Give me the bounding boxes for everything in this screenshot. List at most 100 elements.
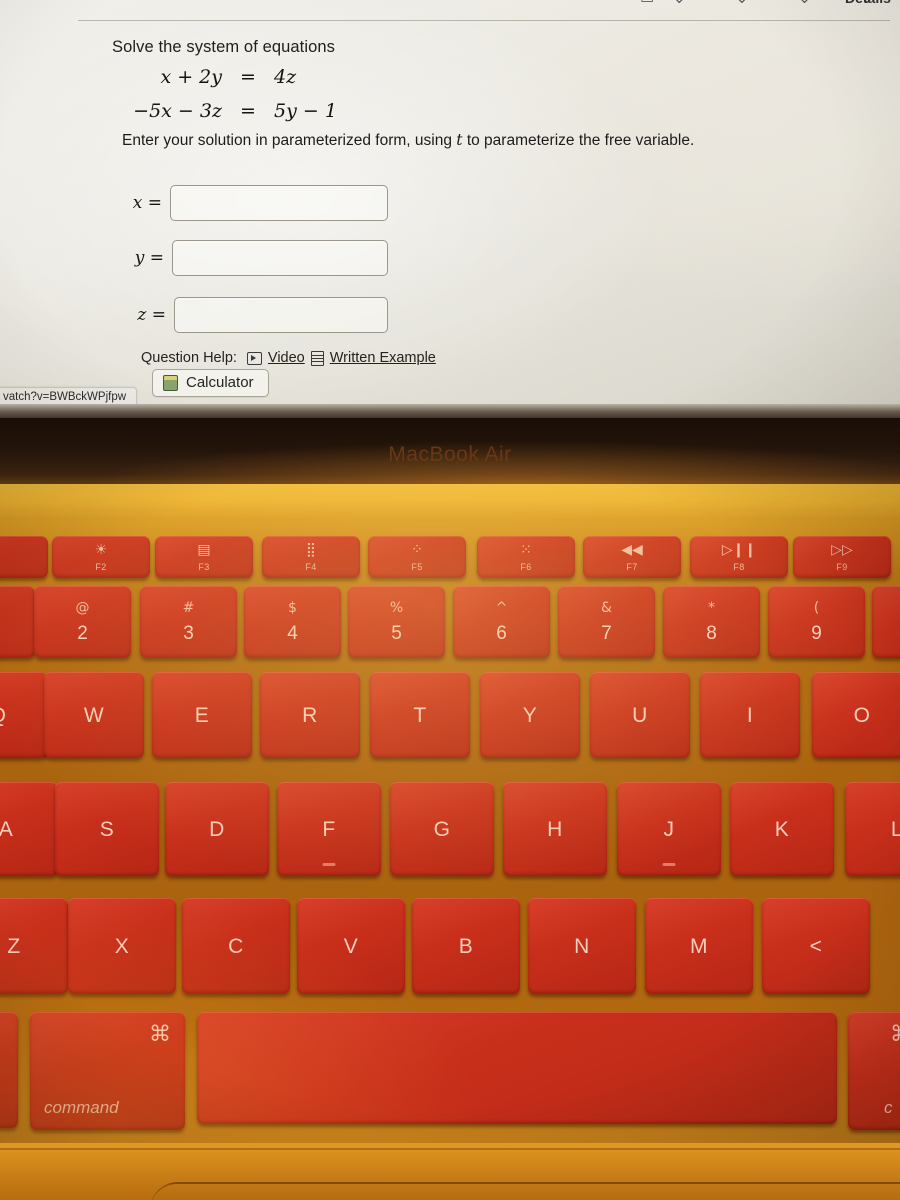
front-edge-seam <box>0 1148 900 1150</box>
key-4[interactable]: $4 <box>244 586 341 658</box>
calculator-button[interactable]: Calculator <box>152 369 269 397</box>
details-link[interactable]: Details <box>845 0 891 6</box>
key-x[interactable]: X <box>68 898 176 994</box>
key-f7[interactable]: ◀◀ F7 <box>583 536 681 578</box>
key-i[interactable]: I <box>700 672 800 758</box>
key-0[interactable]: )0 <box>872 586 900 658</box>
macbook-air-brand-label: MacBook Air <box>388 443 512 466</box>
key-3[interactable]: #3 <box>140 586 237 658</box>
key-s[interactable]: S <box>55 782 159 876</box>
key-command-right[interactable]: ⌘c <box>848 1012 900 1130</box>
f4-label: F4 <box>305 561 317 572</box>
key-l-label: L <box>890 817 900 841</box>
equation-1: x + 2y = 4z <box>140 66 296 88</box>
answer-input-y[interactable] <box>172 240 388 276</box>
header-left-cut-icons: ● ◖▬ <box>95 0 151 5</box>
calculator-icon <box>163 374 178 391</box>
key-comma[interactable]: < <box>762 898 870 994</box>
key-f9[interactable]: ▷▷ F9 <box>793 536 891 578</box>
key-k[interactable]: K <box>730 782 834 876</box>
equation-1-rhs: 4z <box>274 66 297 88</box>
key-w[interactable]: W <box>44 672 144 758</box>
header-divider <box>78 20 890 21</box>
key-f2[interactable]: ☀ F2 <box>52 536 150 578</box>
key-5-shift-label: % <box>389 599 404 616</box>
laptop-photo: ● ◖▬ ▭ ⌄ ⌃ ⌄ ⌃ ⌄ ⌃ ⌄ Details Solve the s… <box>0 0 900 1200</box>
key-f5[interactable]: ⁘ F5 <box>368 536 466 578</box>
key-f3[interactable]: ▤ F3 <box>155 536 253 578</box>
key-h[interactable]: H <box>503 782 607 876</box>
document-icon <box>310 350 324 366</box>
command-glyph-icon: ⌘ <box>149 1022 171 1047</box>
answer-row-x: x = <box>126 185 388 221</box>
key-option-left[interactable] <box>0 1012 18 1128</box>
key-5-label: 5 <box>391 622 402 644</box>
key-w-label: W <box>83 703 105 727</box>
key-f4[interactable]: ⣿ F4 <box>262 536 360 578</box>
key-7-label: 7 <box>601 622 612 644</box>
key-6[interactable]: ^ 6 <box>453 586 550 658</box>
key-b-label: B <box>458 934 474 958</box>
solution-instruction: Enter your solution in parameterized for… <box>122 131 694 150</box>
instruction-after: to parameterize the free variable. <box>462 132 695 149</box>
video-help-link[interactable]: Video <box>268 350 305 366</box>
key-a-label: A <box>0 817 14 841</box>
key-f6[interactable]: ⁙ F6 <box>477 536 575 578</box>
key-m[interactable]: M <box>645 898 753 994</box>
problem-prompt: Solve the system of equations <box>112 38 336 56</box>
answer-row-z: z = <box>130 297 388 333</box>
key-g-label: G <box>433 817 451 841</box>
key-u[interactable]: U <box>590 672 690 758</box>
key-6-label: 6 <box>496 622 507 644</box>
f6-glyph-icon: ⁙ <box>520 541 532 558</box>
key-c[interactable]: C <box>182 898 290 994</box>
key-g[interactable]: G <box>390 782 494 876</box>
f9-glyph-icon: ▷▷ <box>831 541 853 558</box>
key-space-bar[interactable] <box>197 1012 837 1124</box>
key-b[interactable]: B <box>412 898 520 994</box>
written-example-link[interactable]: Written Example <box>330 350 436 366</box>
key-r-label: R <box>302 703 318 727</box>
f2-label: F2 <box>95 561 107 572</box>
key-m-label: M <box>690 934 708 958</box>
f9-label: F9 <box>836 561 848 572</box>
key-7[interactable]: & 7 <box>558 586 655 658</box>
key-f1[interactable] <box>0 536 48 578</box>
key-8[interactable]: * 8 <box>663 586 760 658</box>
equation-2-lhs: −5x − 3z <box>133 100 222 122</box>
key-x-label: X <box>114 934 130 958</box>
key-f8[interactable]: ▷❙❙ F8 <box>690 536 788 578</box>
key-a[interactable]: A <box>0 782 58 876</box>
key-e[interactable]: E <box>152 672 252 758</box>
command-right-glyph-icon: ⌘ <box>890 1022 900 1047</box>
key-q[interactable]: Q <box>0 672 48 758</box>
key-l[interactable]: L <box>845 782 900 876</box>
key-4-label: 4 <box>287 622 298 644</box>
keyboard-deck: ☀F2▤F3⣿F4⁘F5⁙F6◀◀F7▷❙❙F8▷▷F9 !1@2#3$4%5^… <box>0 484 900 1200</box>
key-5[interactable]: % 5 <box>348 586 445 658</box>
key-1[interactable]: !1 <box>0 586 35 658</box>
key-f[interactable]: F <box>277 782 381 876</box>
key-v[interactable]: V <box>297 898 405 994</box>
f5-glyph-icon: ⁘ <box>411 541 423 558</box>
key-9[interactable]: (9 <box>768 586 865 658</box>
answer-input-z[interactable] <box>174 297 388 333</box>
key-j[interactable]: J <box>617 782 721 876</box>
key-o[interactable]: O <box>812 672 900 758</box>
answer-label-y: y = <box>134 248 164 268</box>
deck-top-band <box>0 484 900 520</box>
key-command-left[interactable]: ⌘ command <box>30 1012 185 1130</box>
key-h-label: H <box>547 817 563 841</box>
key-d[interactable]: D <box>165 782 269 876</box>
key-r[interactable]: R <box>260 672 360 758</box>
key-z[interactable]: Z <box>0 898 68 994</box>
key-t[interactable]: T <box>370 672 470 758</box>
key-comma-label: < <box>809 934 823 958</box>
answer-label-z: z = <box>137 305 166 325</box>
key-n[interactable]: N <box>528 898 636 994</box>
f3-label: F3 <box>198 561 210 572</box>
key-9-shift-label: ( <box>813 599 820 616</box>
key-y[interactable]: Y <box>480 672 580 758</box>
answer-input-x[interactable] <box>170 185 388 221</box>
key-2[interactable]: @2 <box>34 586 131 658</box>
